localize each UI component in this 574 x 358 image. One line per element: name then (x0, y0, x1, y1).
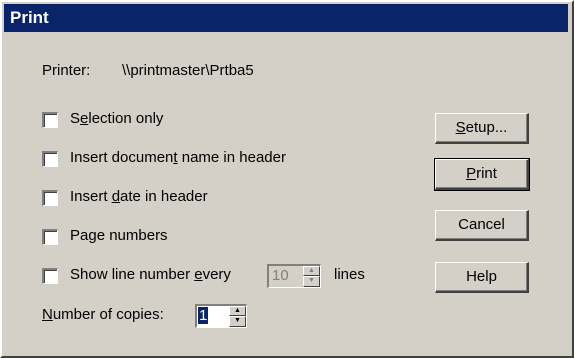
cancel-button[interactable]: Cancel (435, 210, 529, 241)
page-numbers-label[interactable]: Page numbers (70, 227, 168, 244)
title-bar[interactable]: Print (4, 4, 568, 32)
selection-only-label[interactable]: Selection only (70, 110, 163, 127)
spin-down-arrow-icon[interactable]: ▼ (303, 276, 320, 287)
insert-date-label[interactable]: Insert date in header (70, 188, 208, 205)
page-numbers-checkbox[interactable] (42, 229, 58, 245)
help-button[interactable]: Help (435, 262, 529, 293)
insert-doc-name-label[interactable]: Insert document name in header (70, 149, 286, 166)
printer-label: Printer: (42, 62, 91, 79)
print-dialog: Print Printer: \\printmaster\Prtba5 Sele… (0, 0, 574, 358)
setup-button[interactable]: Setup... (435, 113, 529, 144)
lines-label: lines (334, 266, 365, 283)
copies-label: Number of copies: (42, 306, 164, 323)
line-numbers-label[interactable]: Show line number every (70, 266, 231, 283)
line-numbers-checkbox[interactable] (42, 268, 58, 284)
copies-value[interactable]: 1 (198, 307, 209, 324)
copies-stepper[interactable]: 1 ▲ ▼ (195, 304, 247, 328)
dialog-title: Print (10, 8, 49, 27)
line-interval-value: 10 (272, 267, 289, 284)
spin-up-arrow-icon[interactable]: ▲ (303, 266, 320, 276)
printer-value: \\printmaster\Prtba5 (122, 62, 254, 79)
print-button[interactable]: Print (434, 158, 530, 191)
spin-down-arrow-icon[interactable]: ▼ (229, 316, 246, 327)
spin-up-arrow-icon[interactable]: ▲ (229, 306, 246, 316)
insert-date-checkbox[interactable] (42, 190, 58, 206)
selection-only-checkbox[interactable] (42, 112, 58, 128)
line-interval-stepper[interactable]: 10 ▲ ▼ (267, 264, 321, 288)
insert-doc-name-checkbox[interactable] (42, 151, 58, 167)
